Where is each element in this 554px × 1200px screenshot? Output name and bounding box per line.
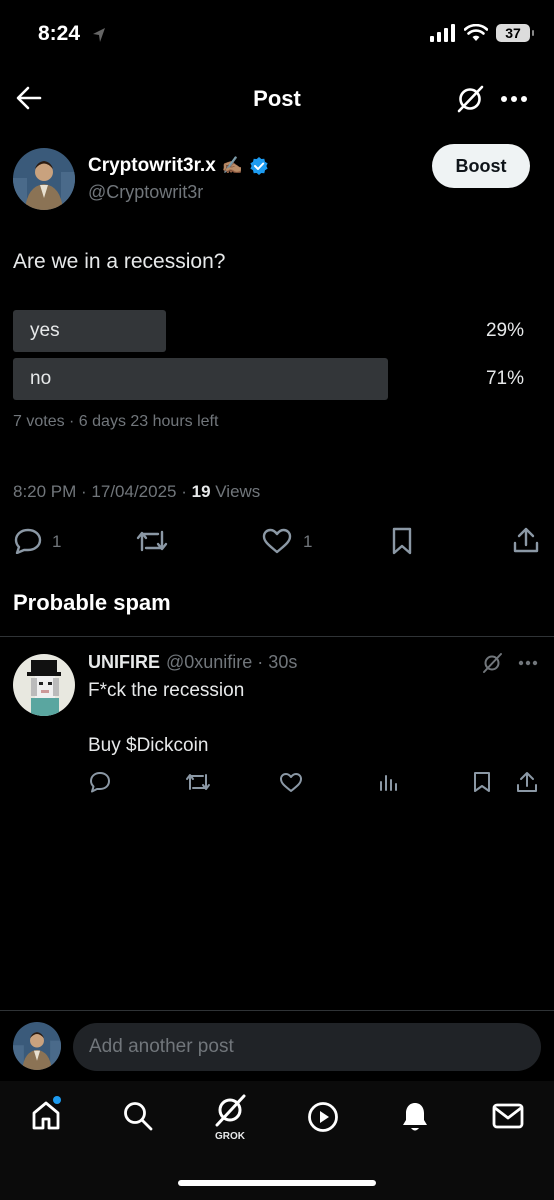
grok-tab-icon[interactable] [211, 1093, 249, 1127]
section-title: Probable spam [13, 590, 171, 615]
more-options-icon[interactable] [500, 95, 528, 103]
author-avatar[interactable] [13, 148, 75, 210]
poll-meta: 7 votes · 6 days 23 hours left [13, 413, 219, 430]
poll-option-yes-label: yes [30, 320, 60, 341]
author-display-name: Cryptowrit3r.x [88, 155, 216, 176]
reply-share-icon[interactable] [516, 770, 538, 794]
bookmark-icon[interactable] [391, 527, 413, 555]
reply-repost-icon[interactable] [185, 771, 211, 793]
post-text: Are we in a recession? [13, 250, 226, 273]
views-count: 19 [191, 482, 211, 501]
notifications-bell-icon[interactable] [400, 1100, 430, 1134]
reply-count: 1 [52, 532, 62, 551]
status-time: 8:24 [38, 22, 81, 45]
home-indicator [178, 1180, 376, 1186]
views-label: Views [210, 482, 261, 501]
poll-option-no-label: no [30, 368, 52, 389]
reply-text-line-1: F*ck the recession [88, 680, 245, 701]
post-time: 8:20 PM · 17/04/2025 · [13, 482, 192, 501]
reply-like-icon[interactable] [279, 772, 303, 792]
reply-grok-icon[interactable] [481, 652, 503, 674]
post-timestamp: 8:20 PM · 17/04/2025 · 19 Views [13, 482, 260, 502]
reply-author-name: UNIFIRE [88, 652, 160, 672]
poll-option-no-bar [13, 358, 388, 400]
location-arrow-icon [93, 28, 105, 42]
wifi-icon [464, 24, 488, 41]
home-notification-dot [53, 1096, 61, 1104]
repost-icon[interactable] [136, 528, 168, 554]
video-play-icon[interactable] [307, 1101, 339, 1133]
reply-icon[interactable] [14, 528, 42, 554]
messages-envelope-icon[interactable] [492, 1103, 524, 1129]
compose-divider [0, 1010, 554, 1011]
poll-option-no-percent: 71% [485, 368, 524, 389]
author-emoji: ✍🏽 [221, 156, 243, 175]
reply-text-line-2: Buy $Dickcoin [88, 735, 209, 756]
reply-author-handle: @0xunifire · 30s [166, 652, 298, 672]
reply-avatar[interactable] [13, 654, 75, 716]
boost-button[interactable]: Boost [432, 144, 530, 188]
reply-author[interactable]: UNIFIRE @0xunifire · 30s [88, 652, 297, 673]
search-icon[interactable] [122, 1100, 154, 1132]
cellular-signal-icon [430, 24, 455, 42]
grok-icon[interactable] [455, 84, 485, 114]
status-indicators: 37 [430, 24, 534, 42]
reply-reply-icon[interactable] [89, 771, 111, 793]
author-name[interactable]: Cryptowrit3r.x ✍🏽 [88, 155, 269, 177]
author-handle[interactable]: @Cryptowrit3r [88, 182, 203, 203]
reply-bookmark-icon[interactable] [473, 771, 491, 793]
verified-badge-icon [250, 157, 268, 175]
reply-more-icon[interactable] [518, 660, 538, 666]
like-icon[interactable] [262, 528, 292, 554]
battery-indicator: 37 [496, 24, 534, 42]
section-divider [0, 636, 554, 637]
reply-views-icon[interactable] [378, 772, 398, 792]
like-count: 1 [303, 532, 313, 551]
compose-avatar [13, 1022, 61, 1070]
grok-tab-label: GROK [215, 1131, 245, 1142]
poll-option-yes-percent: 29% [485, 320, 524, 341]
share-icon[interactable] [513, 526, 539, 554]
compose-input[interactable]: Add another post [73, 1023, 541, 1071]
